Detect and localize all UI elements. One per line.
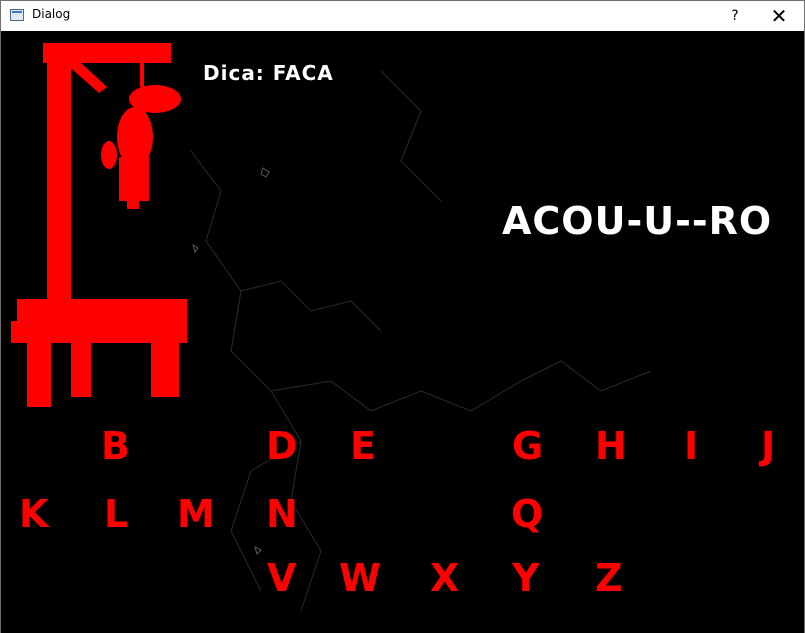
letter-button-l[interactable]: L [104,494,128,534]
letter-button-z[interactable]: Z [595,558,623,598]
letter-button-b[interactable]: B [101,426,130,466]
letter-button-m[interactable]: M [177,494,215,534]
hint-label: Dica: FACA [203,61,334,85]
letter-button-q[interactable]: Q [511,494,543,534]
gallows-image [11,43,187,407]
letter-button-v[interactable]: V [267,558,296,598]
close-button[interactable]: ✕ [757,1,801,31]
word-display: ACOU-U--RO [502,199,773,243]
letter-button-e[interactable]: E [350,426,376,466]
letter-button-j[interactable]: J [761,426,775,466]
letter-button-x[interactable]: X [430,558,459,598]
letter-button-h[interactable]: H [595,426,627,466]
game-area: Dica: FACA ACOU-U--RO B D E G H I J K L … [1,31,804,633]
letter-button-k[interactable]: K [19,494,48,534]
letter-button-y[interactable]: Y [512,558,540,598]
help-button[interactable]: ? [713,1,757,31]
letter-button-d[interactable]: D [266,426,298,466]
window-title: Dialog [32,7,71,21]
letter-button-g[interactable]: G [512,426,543,466]
letter-button-w[interactable]: W [339,558,381,598]
letter-button-n[interactable]: N [266,494,298,534]
window-icon [10,9,24,21]
letter-button-i[interactable]: I [684,426,698,466]
dialog-window: Dialog ? ✕ Dica: FACA ACOU-U--RO B D E G… [0,0,805,633]
title-bar[interactable]: Dialog ? ✕ [1,1,804,31]
